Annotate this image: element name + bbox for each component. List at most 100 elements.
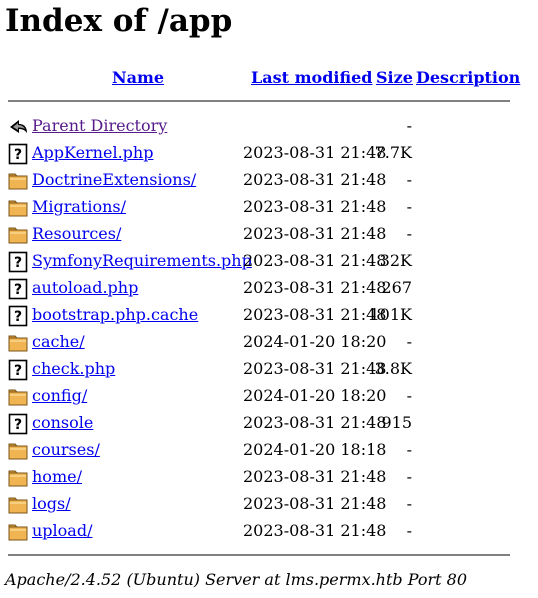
file-row: courses/2024-01-20 18:18- (0, 437, 538, 464)
size-cell: - (406, 197, 412, 216)
last-modified-cell: 2023-08-31 21:48 (243, 305, 387, 324)
size-cell: 267 (381, 278, 412, 297)
file-row: ? AppKernel.php 2023-08-31 21:48 7.7K (0, 140, 538, 167)
unknown-file-icon: ? (8, 413, 28, 435)
column-header-description[interactable]: Description (416, 68, 520, 88)
file-name-cell: courses/ (32, 440, 100, 460)
folder-icon (8, 494, 28, 516)
file-row: Resources/2023-08-31 21:48- (0, 221, 538, 248)
last-modified-cell: 2023-08-31 21:48 (243, 278, 387, 297)
file-row: ? bootstrap.php.cache 2023-08-31 21:48 101K (0, 302, 538, 329)
unknown-file-icon: ? (8, 359, 28, 381)
file-link[interactable]: cache/ (32, 332, 85, 351)
file-name-cell: home/ (32, 467, 82, 487)
svg-text:?: ? (14, 255, 22, 271)
file-row: DoctrineExtensions/2023-08-31 21:48- (0, 167, 538, 194)
svg-text:?: ? (14, 363, 22, 379)
sort-by-size-link[interactable]: Size (376, 68, 413, 87)
column-header-last-modified[interactable]: Last modified (251, 68, 372, 88)
file-name-cell: autoload.php (32, 278, 138, 298)
file-link[interactable]: logs/ (32, 494, 71, 513)
sort-by-description-link[interactable]: Description (416, 68, 520, 87)
size-cell: - (406, 116, 412, 135)
file-link[interactable]: Resources/ (32, 224, 121, 243)
file-name-cell: Resources/ (32, 224, 121, 244)
file-name-cell: SymfonyRequirements.php (32, 251, 252, 271)
sort-by-name-link[interactable]: Name (112, 68, 164, 87)
svg-text:?: ? (14, 309, 22, 325)
last-modified-cell: 2023-08-31 21:48 (243, 494, 387, 513)
file-name-cell: Parent Directory (32, 116, 167, 136)
last-modified-cell: 2023-08-31 21:48 (243, 359, 387, 378)
size-cell: - (406, 440, 412, 459)
file-link[interactable]: check.php (32, 359, 115, 378)
unknown-file-icon: ? (8, 278, 28, 300)
file-name-cell: DoctrineExtensions/ (32, 170, 196, 190)
column-header-size[interactable]: Size (376, 68, 413, 88)
size-cell: - (406, 224, 412, 243)
folder-icon (8, 467, 28, 489)
size-cell: - (406, 494, 412, 513)
size-cell: 915 (381, 413, 412, 432)
file-row: home/2023-08-31 21:48- (0, 464, 538, 491)
file-link[interactable]: AppKernel.php (32, 143, 153, 162)
file-link[interactable]: home/ (32, 467, 82, 486)
file-row: Migrations/2023-08-31 21:48- (0, 194, 538, 221)
last-modified-cell: 2024-01-20 18:20 (243, 386, 387, 405)
parent-directory-link[interactable]: Parent Directory (32, 116, 167, 135)
sort-by-last-modified-link[interactable]: Last modified (251, 68, 372, 87)
file-name-cell: config/ (32, 386, 87, 406)
file-row: logs/2023-08-31 21:48- (0, 491, 538, 518)
last-modified-cell: 2023-08-31 21:48 (243, 224, 387, 243)
footer-divider (8, 554, 510, 556)
file-link[interactable]: courses/ (32, 440, 100, 459)
svg-text:?: ? (14, 282, 22, 298)
folder-icon (8, 440, 28, 462)
file-link[interactable]: DoctrineExtensions/ (32, 170, 196, 189)
svg-text:?: ? (14, 417, 22, 433)
file-link[interactable]: autoload.php (32, 278, 138, 297)
file-row: ? SymfonyRequirements.php 2023-08-31 21:48… (0, 248, 538, 275)
back-icon (8, 116, 28, 138)
file-link[interactable]: SymfonyRequirements.php (32, 251, 252, 270)
file-link[interactable]: Migrations/ (32, 197, 126, 216)
folder-icon (8, 197, 28, 219)
file-name-cell: check.php (32, 359, 115, 379)
file-name-cell: console (32, 413, 93, 433)
size-cell: - (406, 332, 412, 351)
folder-icon (8, 224, 28, 246)
folder-icon (8, 386, 28, 408)
unknown-file-icon: ? (8, 143, 28, 165)
parent-directory-row: Parent Directory - (0, 113, 538, 140)
column-header-name[interactable]: Name (112, 68, 164, 88)
file-row: ? console 2023-08-31 21:48 915 (0, 410, 538, 437)
size-cell: 101K (369, 305, 413, 324)
file-link[interactable]: config/ (32, 386, 87, 405)
file-name-cell: Migrations/ (32, 197, 126, 217)
folder-icon (8, 521, 28, 543)
file-link[interactable]: bootstrap.php.cache (32, 305, 198, 324)
file-link[interactable]: upload/ (32, 521, 92, 540)
last-modified-cell: 2023-08-31 21:48 (243, 170, 387, 189)
file-link[interactable]: console (32, 413, 93, 432)
size-cell: - (406, 170, 412, 189)
last-modified-cell: 2023-08-31 21:48 (243, 467, 387, 486)
unknown-file-icon: ? (8, 251, 28, 273)
size-cell: 32K (379, 251, 412, 270)
folder-icon (8, 170, 28, 192)
header-divider (8, 100, 510, 102)
folder-icon (8, 332, 28, 354)
unknown-file-icon: ? (8, 305, 28, 327)
file-name-cell: cache/ (32, 332, 85, 352)
file-row: ? autoload.php 2023-08-31 21:48 267 (0, 275, 538, 302)
size-cell: 3.8K (374, 359, 412, 378)
size-cell: - (406, 386, 412, 405)
last-modified-cell: 2023-08-31 21:48 (243, 251, 387, 270)
file-row: config/2024-01-20 18:20- (0, 383, 538, 410)
file-row: ? check.php 2023-08-31 21:48 3.8K (0, 356, 538, 383)
size-cell: 7.7K (374, 143, 412, 162)
last-modified-cell: 2023-08-31 21:48 (243, 143, 387, 162)
size-cell: - (406, 467, 412, 486)
file-name-cell: upload/ (32, 521, 92, 541)
server-signature: Apache/2.4.52 (Ubuntu) Server at lms.per… (5, 570, 468, 589)
